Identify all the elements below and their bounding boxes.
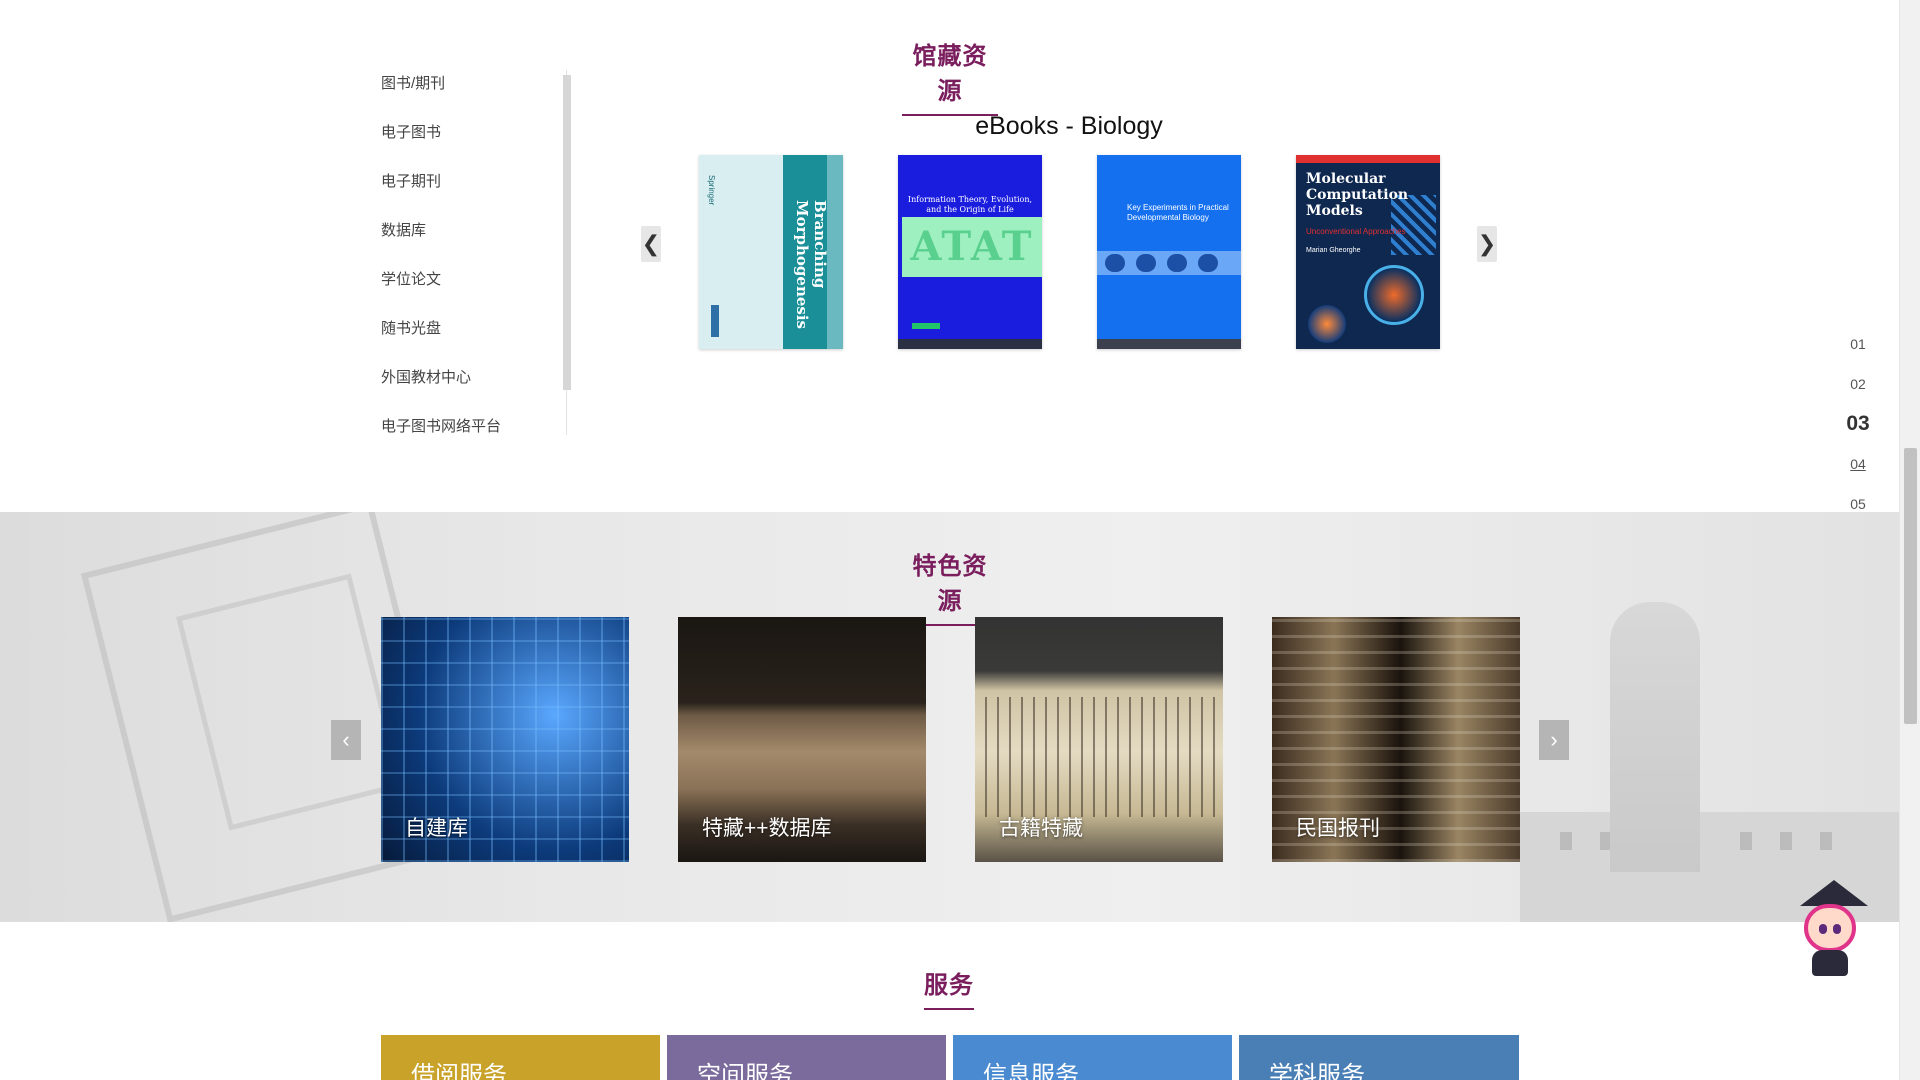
collection-section: 馆藏资源 图书/期刊 电子图书 电子期刊 数据库 学位论文 随书光盘 外国教材中…: [0, 0, 1899, 512]
book-cover-art: [1097, 251, 1241, 275]
book-spine-title: Branching Morphogenesis: [793, 200, 829, 329]
pager-item-04[interactable]: 04: [1838, 452, 1878, 492]
collection-title: 馆藏资源: [902, 36, 998, 116]
menu-item-databases[interactable]: 数据库: [381, 217, 571, 266]
collection-title-text: 馆藏资源: [912, 43, 988, 105]
mascot-face: [1804, 904, 1856, 952]
carousel-heading: eBooks - Biology: [975, 112, 1163, 140]
menu-item-ebooks[interactable]: 电子图书: [381, 119, 571, 168]
mascot-body: [1812, 950, 1848, 976]
featured-prev-button[interactable]: ‹: [331, 720, 361, 760]
page-scrollbar[interactable]: [1899, 0, 1920, 1080]
service-tile-label: 借阅服务: [411, 1062, 507, 1080]
pager-item-03-active[interactable]: 03: [1838, 412, 1878, 452]
book-cover[interactable]: Springer Branching Morphogenesis: [699, 155, 843, 349]
service-tile-borrowing[interactable]: 借阅服务: [381, 1035, 660, 1080]
pager-item-02[interactable]: 02: [1838, 372, 1878, 412]
featured-next-button[interactable]: ›: [1539, 720, 1569, 760]
book-author: Marian Gheorghe: [1306, 247, 1361, 254]
book-cover-art: [1364, 265, 1424, 325]
menu-item-ebook-platform[interactable]: 电子图书网络平台: [381, 413, 571, 462]
books-prev-button[interactable]: ❮: [641, 226, 661, 262]
book-decor: [711, 305, 719, 337]
menu-item-ejournals[interactable]: 电子期刊: [381, 168, 571, 217]
featured-card-label: 特藏++数据库: [702, 817, 832, 840]
book-footer: [898, 339, 1042, 349]
book-cover[interactable]: Information Theory, Evolution, and the O…: [898, 155, 1042, 349]
featured-card-label: 自建库: [405, 817, 468, 840]
featured-card-label: 民国报刊: [1296, 817, 1380, 840]
background-statue: [1610, 602, 1700, 872]
book-footer: [1097, 339, 1241, 349]
featured-card-label: 古籍特藏: [999, 817, 1083, 840]
featured-title-text: 特色资源: [912, 553, 988, 615]
featured-card-republic-newspapers[interactable]: 民国报刊: [1272, 617, 1520, 862]
book-decor: [1296, 155, 1440, 163]
card-texture: [985, 697, 1215, 817]
service-tile-space[interactable]: 空间服务: [667, 1035, 946, 1080]
book-title: Information Theory, Evolution, and the O…: [907, 195, 1033, 214]
service-tile-information[interactable]: 信息服务: [953, 1035, 1232, 1080]
assistant-mascot-icon[interactable]: [1790, 880, 1870, 980]
service-tile-label: 空间服务: [697, 1062, 793, 1080]
mascot-eye: [1833, 924, 1841, 934]
service-tile-label: 信息服务: [983, 1062, 1079, 1080]
menu-item-books-journals[interactable]: 图书/期刊: [381, 70, 571, 119]
featured-card-special-db[interactable]: 特藏++数据库: [678, 617, 926, 862]
menu-scrollbar[interactable]: [563, 75, 571, 390]
featured-section: 特色资源: [0, 512, 1899, 922]
page-scrollbar-thumb[interactable]: [1904, 448, 1917, 724]
mascot-hat: [1800, 880, 1868, 906]
book-cover[interactable]: Molecular Computation Models Unconventio…: [1296, 155, 1440, 349]
book-subtitle: Unconventional Approaches: [1306, 227, 1406, 236]
book-cover-art: ATAT: [902, 217, 1042, 277]
book-spine-edge: [827, 155, 843, 349]
service-title-text: 服务: [924, 972, 974, 999]
service-tile-subject[interactable]: 学科服务: [1239, 1035, 1519, 1080]
pager-item-01[interactable]: 01: [1838, 332, 1878, 372]
book-publisher: Springer: [707, 175, 716, 206]
menu-item-theses[interactable]: 学位论文: [381, 266, 571, 315]
featured-card-ancient-books[interactable]: 古籍特藏: [975, 617, 1223, 862]
book-title: Molecular Computation Models: [1306, 171, 1409, 219]
book-title: Key Experiments in Practical Development…: [1127, 203, 1229, 222]
service-title: 服务: [924, 965, 974, 1010]
featured-title: 特色资源: [902, 546, 998, 626]
menu-item-cd[interactable]: 随书光盘: [381, 315, 571, 364]
featured-card-self-built[interactable]: 自建库: [381, 617, 629, 862]
books-next-button[interactable]: ❯: [1477, 226, 1497, 262]
collection-side-menu: 图书/期刊 电子图书 电子期刊 数据库 学位论文 随书光盘 外国教材中心 电子图…: [381, 70, 571, 440]
book-decor: [912, 323, 940, 329]
mascot-eye: [1819, 924, 1827, 934]
menu-item-foreign-textbooks[interactable]: 外国教材中心: [381, 364, 571, 413]
title-underline: [924, 1008, 974, 1010]
book-cover-art: [1308, 305, 1346, 343]
book-cover[interactable]: Key Experiments in Practical Development…: [1097, 155, 1241, 349]
service-tile-label: 学科服务: [1269, 1062, 1365, 1080]
